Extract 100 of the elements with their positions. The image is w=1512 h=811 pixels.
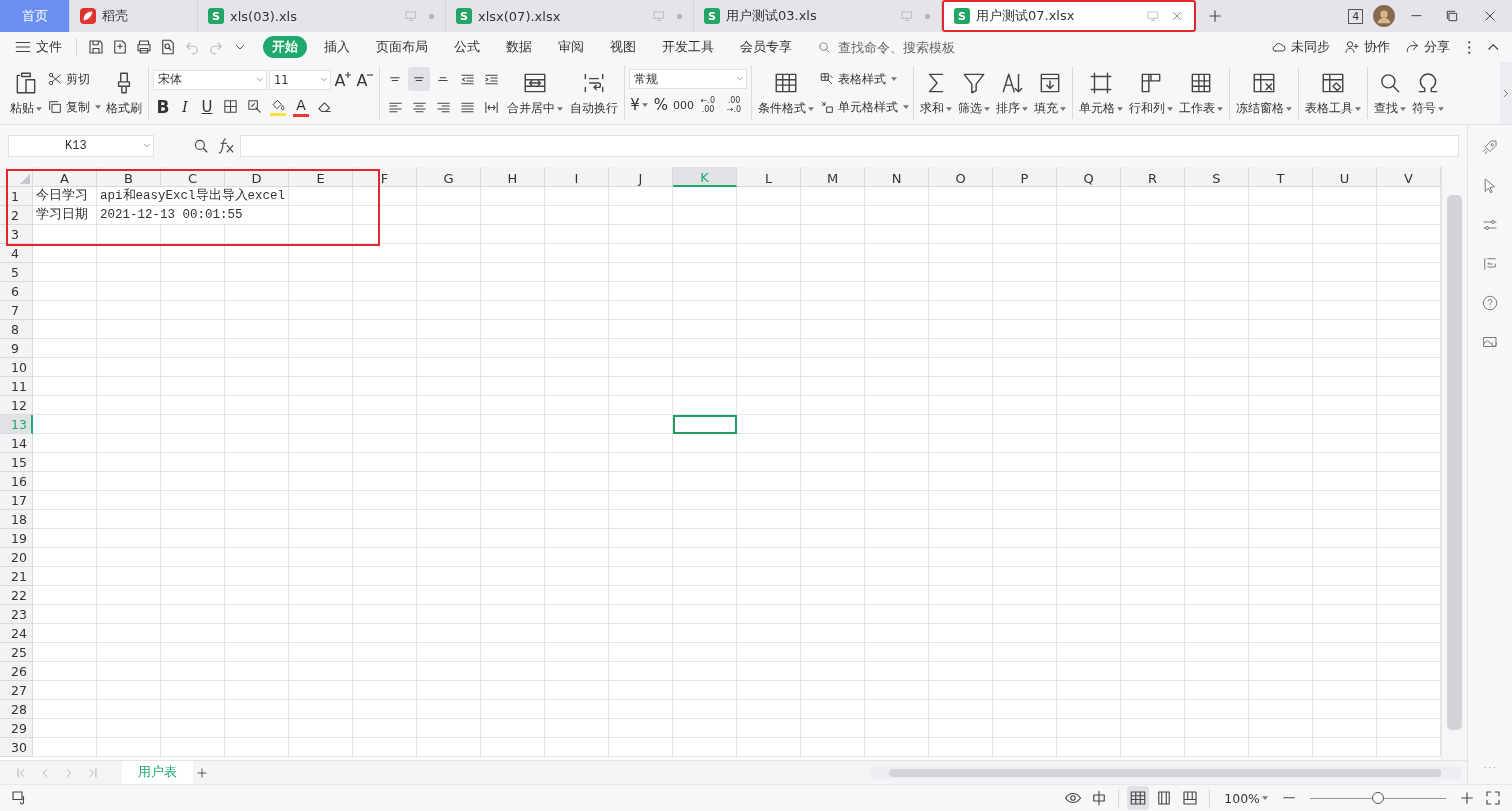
ribbon-tab[interactable]: 公式 [445,36,489,58]
row-header[interactable]: 21 [0,567,33,586]
toolbar-action-button[interactable]: 分享 [1398,35,1456,59]
ribbon-tool-button[interactable]: 查找 [1372,68,1408,118]
font-color-button[interactable]: A [291,94,311,119]
command-search-field[interactable]: 查找命令、搜索模板 [817,38,1000,56]
copy-button[interactable]: 复制 [47,95,101,119]
row-header[interactable]: 2 [0,206,33,225]
document-tab[interactable]: S 用户测试07.xlsx [942,0,1196,32]
row-header[interactable]: 30 [0,738,33,757]
italic-button[interactable]: I [175,94,195,119]
row-header[interactable]: 11 [0,377,33,396]
file-menu[interactable]: 文件 [8,35,68,59]
zoom-level-button[interactable]: 100% [1218,790,1274,806]
vertical-scrollbar[interactable] [1441,167,1467,760]
ribbon-tab[interactable]: 插入 [315,36,359,58]
row-header[interactable]: 22 [0,586,33,605]
column-header[interactable]: I [545,167,609,187]
row-header[interactable]: 16 [0,472,33,491]
row-header[interactable]: 4 [0,244,33,263]
ribbon-tab[interactable]: 会员专享 [731,36,801,58]
column-header[interactable]: E [289,167,353,187]
column-header[interactable]: M [801,167,865,187]
cut-button[interactable]: 剪切 [47,67,101,91]
selected-cell[interactable] [673,415,737,434]
row-header[interactable]: 3 [0,225,33,244]
column-header[interactable]: U [1313,167,1377,187]
ribbon-tool-button[interactable]: 表格工具 [1303,68,1363,118]
formula-field[interactable] [240,135,1459,157]
row-header[interactable]: 20 [0,548,33,567]
ribbon-tab[interactable]: 审阅 [549,36,593,58]
column-header[interactable]: H [481,167,545,187]
paste-button[interactable]: 粘贴 [8,68,44,118]
cell-style-button[interactable]: 单元格样式 [819,95,909,119]
horizontal-scrollbar[interactable] [871,766,1461,779]
row-header[interactable]: 9 [0,339,33,358]
font-select[interactable]: 宋体 [153,69,267,90]
row-header[interactable]: 25 [0,643,33,662]
column-header[interactable]: T [1249,167,1313,187]
row-header[interactable]: 29 [0,719,33,738]
column-header[interactable]: A [33,167,97,187]
column-header[interactable]: O [929,167,993,187]
column-header[interactable]: J [609,167,673,187]
increase-font-button[interactable]: A [333,67,353,92]
decimal-button[interactable]: ←.0 .00 [696,96,720,114]
row-header[interactable]: 10 [0,358,33,377]
column-header[interactable]: V [1377,167,1441,187]
ribbon-tool-button[interactable]: 排序 [994,68,1030,118]
window-count-badge[interactable]: 4 [1348,8,1364,24]
ribbon-tab[interactable]: 视图 [601,36,645,58]
underline-button[interactable]: U [197,94,217,119]
ribbon-tool-button[interactable]: 筛选 [956,68,992,118]
column-header[interactable]: D [225,167,289,187]
thousands-button[interactable]: 000 [673,93,694,117]
column-header[interactable]: R [1121,167,1185,187]
column-header[interactable]: N [865,167,929,187]
currency-button[interactable]: ¥ [629,93,649,117]
column-header[interactable]: L [737,167,801,187]
decrease-font-button[interactable]: A [355,67,375,92]
column-header[interactable]: Q [1057,167,1121,187]
column-header[interactable]: G [417,167,481,187]
column-header[interactable]: S [1185,167,1249,187]
toolbar-action-button[interactable]: 未同步 [1265,35,1336,59]
row-header[interactable]: 28 [0,700,33,719]
row-header[interactable]: 14 [0,434,33,453]
ribbon-tab[interactable]: 页面布局 [367,36,437,58]
ribbon-tool-button[interactable]: 行和列 [1127,68,1175,118]
row-header[interactable]: 5 [0,263,33,282]
row-header[interactable]: 8 [0,320,33,339]
ribbon-tool-button[interactable]: 工作表 [1177,68,1225,118]
row-header[interactable]: 24 [0,624,33,643]
align-middle-button[interactable] [408,67,430,91]
row-header[interactable]: 23 [0,605,33,624]
toolbar-action-button[interactable]: 协作 [1338,35,1396,59]
row-header[interactable]: 17 [0,491,33,510]
ribbon-tool-button[interactable]: 填充 [1032,68,1068,118]
row-header[interactable]: 19 [0,529,33,548]
row-header[interactable]: 12 [0,396,33,415]
ribbon-tool-button[interactable]: 单元格 [1077,68,1125,118]
row-header[interactable]: 1 [0,187,33,206]
function-icon[interactable] [218,138,234,154]
row-header[interactable]: 26 [0,662,33,681]
merge-center-button[interactable]: 合并居中 [505,68,565,118]
table-style-button[interactable]: 表格样式 [819,67,909,91]
ribbon-tab[interactable]: 数据 [497,36,541,58]
row-header[interactable]: 18 [0,510,33,529]
conditional-format-button[interactable]: 条件格式 [756,68,816,118]
ribbon-tab[interactable]: 开发工具 [653,36,723,58]
wrap-text-button[interactable]: 自动换行 [568,68,620,118]
column-header[interactable]: P [993,167,1057,187]
ribbon-tool-button[interactable]: 符号 [1410,68,1446,118]
column-header[interactable]: C [161,167,225,187]
avatar-icon[interactable] [1373,5,1396,27]
format-painter-button[interactable]: 格式刷 [104,68,144,118]
percent-button[interactable]: % [651,93,671,117]
column-header[interactable]: B [97,167,161,187]
ribbon-tool-button[interactable]: 求和 [918,68,954,118]
row-header[interactable]: 15 [0,453,33,472]
name-box[interactable]: K13 [8,135,154,157]
decimal-button[interactable]: .00 →.0 [722,96,746,114]
